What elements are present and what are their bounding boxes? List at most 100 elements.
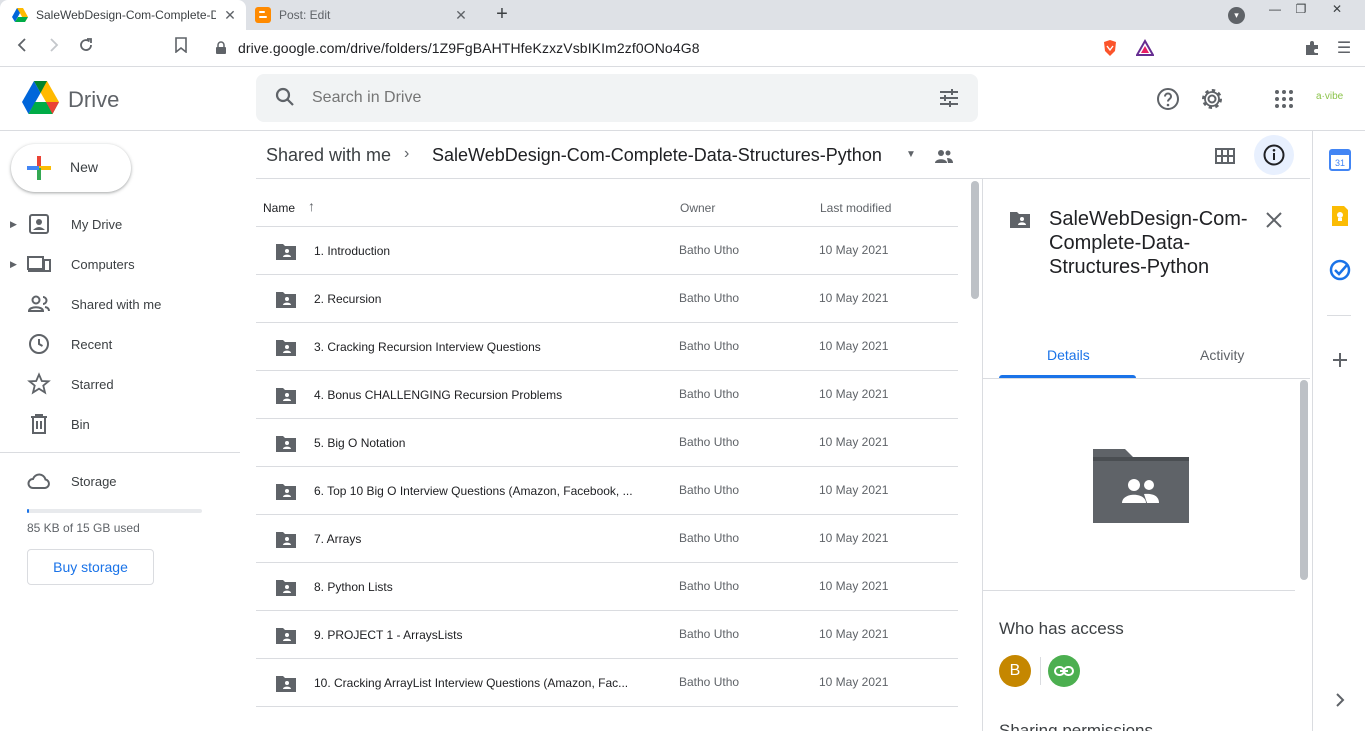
link-sharing-button[interactable] bbox=[1048, 655, 1080, 687]
close-icon[interactable] bbox=[1263, 209, 1285, 231]
new-tab-button[interactable]: + bbox=[490, 4, 514, 26]
file-owner: Batho Utho bbox=[679, 291, 740, 305]
sidebar-item-storage[interactable]: Storage bbox=[0, 465, 240, 497]
browser-menu-icon[interactable]: ☰ bbox=[1332, 37, 1356, 61]
file-owner: Batho Utho bbox=[679, 339, 740, 353]
sidebar-item-shared-with-me[interactable]: Shared with me bbox=[0, 288, 240, 320]
breadcrumb-shared-with-me[interactable]: Shared with me bbox=[266, 145, 391, 166]
details-scrollbar[interactable] bbox=[1300, 380, 1308, 580]
table-row[interactable]: 1. Introduction Batho Utho 10 May 2021 bbox=[256, 227, 958, 275]
shared-folder-preview-icon bbox=[1093, 449, 1189, 523]
calendar-icon[interactable]: 31 bbox=[1329, 149, 1351, 171]
search-bar[interactable] bbox=[256, 74, 978, 122]
sidebar-divider bbox=[0, 452, 240, 453]
back-icon[interactable] bbox=[10, 37, 34, 61]
apps-grid-icon[interactable] bbox=[1272, 87, 1296, 111]
sidebar-item-starred[interactable]: Starred bbox=[0, 368, 240, 400]
folder-menu-dropdown-icon[interactable]: ▼ bbox=[906, 149, 916, 160]
sidebar-item-my-drive[interactable]: ▶ My Drive bbox=[0, 208, 240, 240]
column-header-last-modified[interactable]: Last modified bbox=[820, 201, 891, 215]
buy-storage-button[interactable]: Buy storage bbox=[27, 549, 154, 585]
table-row[interactable]: 2. Recursion Batho Utho 10 May 2021 bbox=[256, 275, 958, 323]
browser-tab-title: SaleWebDesign-Com-Complete-D bbox=[36, 8, 216, 22]
file-name: 6. Top 10 Big O Interview Questions (Ama… bbox=[314, 484, 633, 498]
shared-folder-icon bbox=[276, 290, 296, 308]
bookmark-icon[interactable] bbox=[169, 37, 193, 61]
file-list-scrollbar[interactable] bbox=[971, 181, 979, 299]
tab-details[interactable]: Details bbox=[1047, 347, 1090, 363]
brave-shield-icon[interactable] bbox=[1101, 39, 1119, 57]
table-row[interactable]: 4. Bonus CHALLENGING Recursion Problems B… bbox=[256, 371, 958, 419]
close-window-button[interactable]: ✕ bbox=[1322, 0, 1352, 22]
breadcrumb-current-folder[interactable]: SaleWebDesign-Com-Complete-Data-Structur… bbox=[432, 145, 882, 166]
drive-logo-icon[interactable] bbox=[22, 81, 59, 114]
sidebar-item-label: Bin bbox=[71, 416, 90, 432]
tab-search-icon[interactable]: ▾ bbox=[1228, 7, 1245, 24]
file-owner: Batho Utho bbox=[679, 435, 740, 449]
file-name: 2. Recursion bbox=[314, 292, 382, 306]
tab-activity[interactable]: Activity bbox=[1200, 347, 1244, 363]
table-row[interactable]: 10. Cracking ArrayList Interview Questio… bbox=[256, 659, 958, 707]
shared-folder-people-icon[interactable] bbox=[934, 147, 954, 165]
search-input[interactable] bbox=[312, 86, 912, 110]
sidebar-item-computers[interactable]: ▶ Computers bbox=[0, 248, 240, 280]
help-icon[interactable] bbox=[1156, 87, 1180, 111]
file-last-modified: 10 May 2021 bbox=[819, 675, 889, 689]
storage-progress-fill bbox=[27, 509, 29, 513]
file-name: 8. Python Lists bbox=[314, 580, 393, 594]
new-button[interactable]: New bbox=[11, 144, 131, 192]
file-last-modified: 10 May 2021 bbox=[819, 579, 889, 593]
table-row[interactable]: 7. Arrays Batho Utho 10 May 2021 bbox=[256, 515, 958, 563]
table-row[interactable]: 9. PROJECT 1 - ArraysLists Batho Utho 10 M… bbox=[256, 611, 958, 659]
table-row[interactable]: 6. Top 10 Big O Interview Questions (Ama… bbox=[256, 467, 958, 515]
view-details-button[interactable] bbox=[1254, 135, 1294, 175]
expand-caret-icon[interactable]: ▶ bbox=[10, 219, 20, 230]
file-owner: Batho Utho bbox=[679, 483, 740, 497]
shared-folder-icon bbox=[276, 578, 296, 596]
column-header-name[interactable]: Name bbox=[263, 201, 295, 215]
avatar[interactable]: B bbox=[999, 655, 1031, 687]
search-icon[interactable] bbox=[274, 86, 296, 108]
expand-caret-icon[interactable]: ▶ bbox=[10, 259, 20, 270]
sidebar-item-recent[interactable]: Recent bbox=[0, 328, 240, 360]
table-row[interactable]: 8. Python Lists Batho Utho 10 May 2021 bbox=[256, 563, 958, 611]
expand-side-panel-chevron-icon[interactable] bbox=[1329, 689, 1351, 711]
file-name: 1. Introduction bbox=[314, 244, 391, 258]
reload-icon[interactable] bbox=[74, 37, 98, 61]
shared-folder-icon bbox=[276, 626, 296, 644]
table-row[interactable] bbox=[256, 707, 958, 731]
grid-view-icon[interactable] bbox=[1214, 145, 1236, 167]
file-last-modified: 10 May 2021 bbox=[819, 435, 889, 449]
shared-people-icon bbox=[27, 295, 50, 312]
maximize-button[interactable]: ❐ bbox=[1286, 0, 1316, 22]
brave-rewards-icon[interactable] bbox=[1136, 39, 1154, 57]
browser-tab-blogger[interactable]: Post: Edit ✕ bbox=[247, 0, 477, 30]
column-header-owner[interactable]: Owner bbox=[680, 201, 715, 215]
settings-gear-icon[interactable] bbox=[1200, 87, 1224, 111]
close-tab-icon[interactable]: ✕ bbox=[222, 7, 238, 23]
keep-notes-icon[interactable] bbox=[1329, 205, 1351, 227]
tasks-icon[interactable] bbox=[1329, 259, 1351, 281]
sidebar-item-bin[interactable]: Bin bbox=[0, 408, 240, 440]
forward-icon[interactable] bbox=[42, 37, 66, 61]
account-brand-logo[interactable]: a·vibe bbox=[1316, 91, 1343, 102]
extensions-puzzle-icon[interactable] bbox=[1303, 39, 1321, 57]
file-owner: Batho Utho bbox=[679, 243, 740, 257]
address-bar[interactable]: drive.google.com/drive/folders/1Z9FgBAHT… bbox=[208, 34, 1163, 62]
browser-tab-drive[interactable]: SaleWebDesign-Com-Complete-D ✕ bbox=[0, 0, 246, 30]
file-last-modified: 10 May 2021 bbox=[819, 483, 889, 497]
get-addons-plus-icon[interactable] bbox=[1329, 349, 1351, 371]
sort-arrow-up-icon[interactable]: ↑ bbox=[308, 198, 315, 214]
file-name: 10. Cracking ArrayList Interview Questio… bbox=[314, 676, 629, 690]
details-divider bbox=[983, 590, 1295, 591]
table-row[interactable]: 5. Big O Notation Batho Utho 10 May 2021 bbox=[256, 419, 958, 467]
side-apps-panel: 31 bbox=[1312, 131, 1365, 731]
file-last-modified: 10 May 2021 bbox=[819, 627, 889, 641]
storage-used-text: 85 KB of 15 GB used bbox=[27, 521, 140, 535]
search-options-icon[interactable] bbox=[938, 87, 960, 109]
active-tab-indicator bbox=[999, 375, 1136, 378]
breadcrumb: Shared with me › SaleWebDesign-Com-Compl… bbox=[256, 131, 1310, 179]
table-row[interactable]: 3. Cracking Recursion Interview Question… bbox=[256, 323, 958, 371]
close-tab-icon[interactable]: ✕ bbox=[453, 7, 469, 23]
file-name: 5. Big O Notation bbox=[314, 436, 406, 450]
